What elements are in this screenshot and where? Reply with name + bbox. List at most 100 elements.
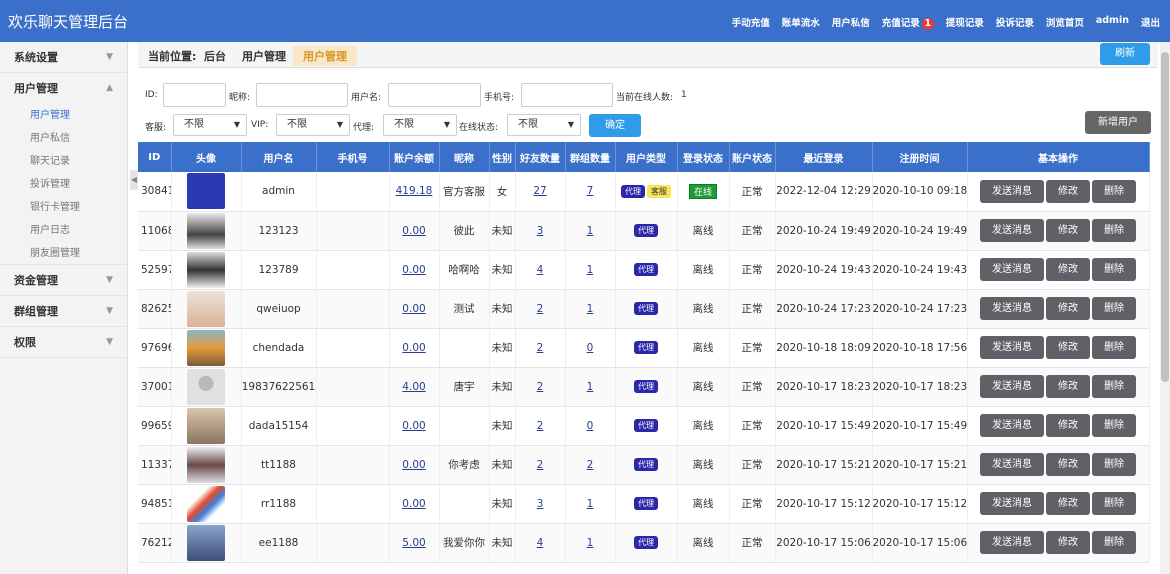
sidebar-group-users[interactable]: 用户管理 ▲ bbox=[0, 73, 127, 104]
send-message-button[interactable]: 发送消息 bbox=[980, 336, 1044, 359]
groups-link[interactable]: 1 bbox=[587, 381, 594, 393]
send-message-button[interactable]: 发送消息 bbox=[980, 375, 1044, 398]
delete-button[interactable]: 删除 bbox=[1092, 531, 1136, 554]
nav-withdraw-records[interactable]: 提现记录 bbox=[946, 15, 984, 30]
sidebar-item-complaints[interactable]: 投诉管理 bbox=[0, 173, 127, 196]
groups-link[interactable]: 1 bbox=[587, 303, 594, 315]
avatar[interactable] bbox=[187, 485, 225, 522]
send-message-button[interactable]: 发送消息 bbox=[980, 453, 1044, 476]
sidebar-collapse-handle[interactable]: ◀ bbox=[130, 170, 138, 190]
confirm-button[interactable]: 确定 bbox=[589, 114, 641, 137]
friends-link[interactable]: 2 bbox=[537, 420, 544, 432]
friends-link[interactable]: 3 bbox=[537, 225, 544, 237]
send-message-button[interactable]: 发送消息 bbox=[980, 414, 1044, 437]
friends-link[interactable]: 2 bbox=[537, 381, 544, 393]
sidebar-item-moments[interactable]: 朋友圈管理 bbox=[0, 242, 127, 265]
breadcrumb-item-home[interactable]: 后台 bbox=[204, 48, 226, 64]
sidebar-group-permissions[interactable]: 权限 ▼ bbox=[0, 327, 127, 358]
edit-button[interactable]: 修改 bbox=[1046, 336, 1090, 359]
nav-user-messages[interactable]: 用户私信 bbox=[832, 15, 870, 30]
balance-link[interactable]: 419.18 bbox=[396, 185, 433, 197]
delete-button[interactable]: 删除 bbox=[1092, 219, 1136, 242]
avatar[interactable] bbox=[187, 212, 225, 249]
groups-link[interactable]: 1 bbox=[587, 498, 594, 510]
nav-recharge-records[interactable]: 充值记录 1 bbox=[882, 15, 934, 30]
delete-button[interactable]: 删除 bbox=[1092, 297, 1136, 320]
breadcrumb-item-users[interactable]: 用户管理 bbox=[242, 48, 286, 64]
send-message-button[interactable]: 发送消息 bbox=[980, 297, 1044, 320]
service-select[interactable]: 不限 ▼ bbox=[173, 114, 247, 136]
delete-button[interactable]: 删除 bbox=[1092, 336, 1136, 359]
avatar[interactable] bbox=[187, 368, 225, 405]
send-message-button[interactable]: 发送消息 bbox=[980, 492, 1044, 515]
balance-link[interactable]: 0.00 bbox=[402, 420, 425, 432]
edit-button[interactable]: 修改 bbox=[1046, 375, 1090, 398]
sidebar-item-user-management[interactable]: 用户管理 bbox=[0, 104, 127, 127]
edit-button[interactable]: 修改 bbox=[1046, 453, 1090, 476]
groups-link[interactable]: 2 bbox=[587, 459, 594, 471]
sidebar-item-user-logs[interactable]: 用户日志 bbox=[0, 219, 127, 242]
balance-link[interactable]: 4.00 bbox=[402, 381, 425, 393]
refresh-button[interactable]: 刷新 bbox=[1100, 43, 1150, 65]
send-message-button[interactable]: 发送消息 bbox=[980, 531, 1044, 554]
avatar[interactable] bbox=[187, 524, 225, 561]
friends-link[interactable]: 2 bbox=[537, 303, 544, 315]
nav-manual-recharge[interactable]: 手动充值 bbox=[732, 15, 770, 30]
online-status-select[interactable]: 不限 ▼ bbox=[507, 114, 581, 136]
sidebar-item-chat-records[interactable]: 聊天记录 bbox=[0, 150, 127, 173]
send-message-button[interactable]: 发送消息 bbox=[980, 219, 1044, 242]
edit-button[interactable]: 修改 bbox=[1046, 258, 1090, 281]
edit-button[interactable]: 修改 bbox=[1046, 492, 1090, 515]
delete-button[interactable]: 删除 bbox=[1092, 453, 1136, 476]
username-input[interactable] bbox=[388, 83, 481, 107]
edit-button[interactable]: 修改 bbox=[1046, 531, 1090, 554]
send-message-button[interactable]: 发送消息 bbox=[980, 179, 1044, 203]
edit-button[interactable]: 修改 bbox=[1046, 219, 1090, 242]
scrollbar-thumb[interactable] bbox=[1161, 52, 1169, 382]
nickname-input[interactable] bbox=[256, 83, 348, 107]
groups-link[interactable]: 0 bbox=[587, 420, 594, 432]
nav-complaint-records[interactable]: 投诉记录 bbox=[996, 15, 1034, 30]
nav-admin-user[interactable]: admin bbox=[1096, 15, 1129, 30]
balance-link[interactable]: 5.00 bbox=[402, 537, 425, 549]
id-input[interactable] bbox=[163, 83, 226, 107]
nav-billing[interactable]: 账单流水 bbox=[782, 15, 820, 30]
groups-link[interactable]: 1 bbox=[587, 225, 594, 237]
nav-logout[interactable]: 退出 bbox=[1141, 15, 1160, 30]
avatar[interactable] bbox=[187, 251, 225, 288]
balance-link[interactable]: 0.00 bbox=[402, 498, 425, 510]
edit-button[interactable]: 修改 bbox=[1046, 179, 1090, 203]
avatar[interactable] bbox=[187, 446, 225, 483]
avatar[interactable] bbox=[187, 329, 225, 366]
friends-link[interactable]: 3 bbox=[537, 498, 544, 510]
delete-button[interactable]: 删除 bbox=[1092, 375, 1136, 398]
friends-link[interactable]: 2 bbox=[537, 342, 544, 354]
groups-link[interactable]: 0 bbox=[587, 342, 594, 354]
sidebar-group-groups[interactable]: 群组管理 ▼ bbox=[0, 296, 127, 327]
sidebar-group-funds[interactable]: 资金管理 ▼ bbox=[0, 265, 127, 296]
avatar[interactable] bbox=[187, 407, 225, 444]
friends-link[interactable]: 27 bbox=[533, 185, 546, 197]
avatar[interactable] bbox=[187, 290, 225, 327]
balance-link[interactable]: 0.00 bbox=[402, 225, 425, 237]
friends-link[interactable]: 2 bbox=[537, 459, 544, 471]
edit-button[interactable]: 修改 bbox=[1046, 297, 1090, 320]
friends-link[interactable]: 4 bbox=[537, 537, 544, 549]
agent-select[interactable]: 不限 ▼ bbox=[383, 114, 457, 136]
delete-button[interactable]: 删除 bbox=[1092, 179, 1136, 203]
balance-link[interactable]: 0.00 bbox=[402, 303, 425, 315]
delete-button[interactable]: 删除 bbox=[1092, 258, 1136, 281]
sidebar-group-system[interactable]: 系统设置 ▼ bbox=[0, 42, 127, 73]
edit-button[interactable]: 修改 bbox=[1046, 414, 1090, 437]
delete-button[interactable]: 删除 bbox=[1092, 492, 1136, 515]
delete-button[interactable]: 删除 bbox=[1092, 414, 1136, 437]
scrollbar[interactable] bbox=[1160, 42, 1170, 574]
sidebar-item-bank-cards[interactable]: 银行卡管理 bbox=[0, 196, 127, 219]
balance-link[interactable]: 0.00 bbox=[402, 264, 425, 276]
avatar[interactable] bbox=[187, 173, 225, 210]
phone-input[interactable] bbox=[521, 83, 613, 107]
balance-link[interactable]: 0.00 bbox=[402, 342, 425, 354]
sidebar-item-user-messages[interactable]: 用户私信 bbox=[0, 127, 127, 150]
balance-link[interactable]: 0.00 bbox=[402, 459, 425, 471]
groups-link[interactable]: 1 bbox=[587, 537, 594, 549]
